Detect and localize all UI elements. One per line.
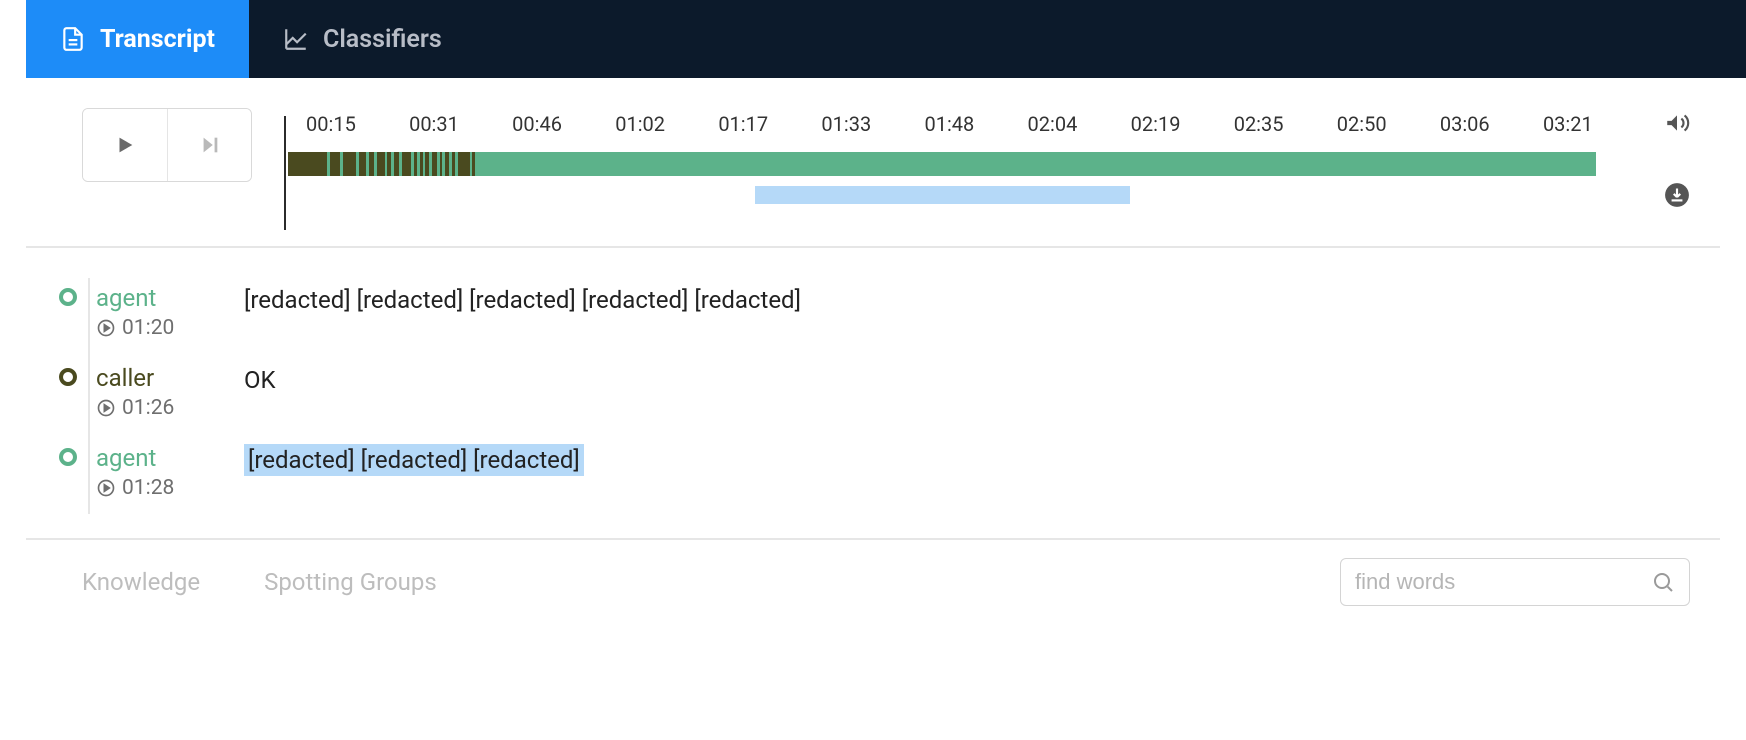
- caller-speech-segment: [432, 152, 437, 176]
- play-from-timestamp[interactable]: 01:20: [96, 316, 228, 340]
- timeline-ticks: 00:1500:3100:4601:0201:1701:3301:4802:04…: [306, 112, 1646, 136]
- timeline-tick: 00:15: [306, 112, 409, 136]
- footer-link-knowledge[interactable]: Knowledge: [82, 568, 200, 596]
- player-row: 00:1500:3100:4601:0201:1701:3301:4802:04…: [26, 78, 1720, 248]
- tab-bar: Transcript Classifiers: [26, 0, 1746, 78]
- speaker-label: caller: [96, 364, 228, 392]
- transcript-entry: caller 01:26 OK: [56, 364, 1720, 420]
- footer-bar: Knowledge Spotting Groups: [26, 540, 1720, 606]
- search-input[interactable]: [1355, 569, 1651, 595]
- caller-speech-segment: [445, 152, 449, 176]
- caller-speech-segment: [425, 152, 429, 176]
- caller-speech-segment: [369, 152, 374, 176]
- timeline-tick: 01:02: [615, 112, 718, 136]
- skip-next-button[interactable]: [167, 109, 251, 181]
- caller-speech-segment: [458, 152, 470, 176]
- timeline-tick: 01:17: [718, 112, 821, 136]
- speaker-bullet: [59, 448, 77, 466]
- waveform-track[interactable]: [288, 152, 1596, 176]
- caller-speech-segment: [402, 152, 411, 176]
- caller-speech-segment: [472, 152, 475, 176]
- transcript-panel: agent 01:20 [redacted] [redacted] [redacte…: [26, 248, 1720, 540]
- timeline-tick: 02:50: [1337, 112, 1440, 136]
- timeline-tick: 02:19: [1131, 112, 1234, 136]
- caller-speech-segment: [420, 152, 423, 176]
- search-box[interactable]: [1340, 558, 1690, 606]
- caller-speech-segment: [330, 152, 340, 176]
- timeline-tick: 02:04: [1028, 112, 1131, 136]
- speaker-bullet: [59, 288, 77, 306]
- caller-speech-segment: [394, 152, 399, 176]
- timestamp: 01:20: [122, 316, 174, 340]
- tab-label: Transcript: [100, 25, 215, 54]
- caller-speech-segment: [440, 152, 443, 176]
- timeline-tick: 00:46: [512, 112, 615, 136]
- play-from-timestamp[interactable]: 01:26: [96, 396, 228, 420]
- caller-speech-segment: [414, 152, 418, 176]
- timeline-tick: 01:33: [821, 112, 924, 136]
- timeline-tick: 01:48: [924, 112, 1027, 136]
- highlighted-text: [redacted] [redacted] [redacted]: [244, 444, 584, 476]
- play-from-timestamp[interactable]: 01:28: [96, 476, 228, 500]
- transcript-text[interactable]: OK: [244, 364, 1720, 394]
- caller-speech-segment: [377, 152, 385, 176]
- transcript-entry: agent 01:20 [redacted] [redacted] [redacte…: [56, 284, 1720, 340]
- speaker-label: agent: [96, 444, 228, 472]
- timeline-tick: 02:35: [1234, 112, 1337, 136]
- caller-speech-segment: [387, 152, 391, 176]
- timeline-tick: 00:31: [409, 112, 512, 136]
- play-button[interactable]: [83, 109, 167, 181]
- timeline[interactable]: 00:1500:3100:4601:0201:1701:3301:4802:04…: [282, 108, 1646, 224]
- chart-icon: [283, 26, 309, 52]
- highlight-track: [755, 186, 1129, 204]
- caller-speech-segment: [359, 152, 367, 176]
- footer-link-spotting-groups[interactable]: Spotting Groups: [264, 568, 437, 596]
- volume-icon[interactable]: [1664, 110, 1690, 140]
- timestamp: 01:26: [122, 396, 174, 420]
- caller-speech-segment: [452, 152, 456, 176]
- transcript-text[interactable]: [redacted] [redacted] [redacted] [redact…: [244, 284, 1720, 314]
- timeline-tick: 03:06: [1440, 112, 1543, 136]
- timeline-cursor[interactable]: [284, 116, 286, 230]
- speaker-bullet: [59, 368, 77, 386]
- document-icon: [60, 26, 86, 52]
- caller-speech-segment: [288, 152, 327, 176]
- speaker-label: agent: [96, 284, 228, 312]
- tab-classifiers[interactable]: Classifiers: [249, 0, 476, 78]
- tab-label: Classifiers: [323, 25, 442, 54]
- download-icon[interactable]: [1664, 182, 1690, 212]
- transcript-text[interactable]: [redacted] [redacted] [redacted]: [244, 444, 1720, 474]
- timestamp: 01:28: [122, 476, 174, 500]
- tab-transcript[interactable]: Transcript: [26, 0, 249, 78]
- timeline-tick: 03:21: [1543, 112, 1646, 136]
- search-icon: [1651, 570, 1675, 594]
- playback-controls: [82, 108, 252, 182]
- caller-speech-segment: [343, 152, 356, 176]
- transcript-entry: agent 01:28 [redacted] [redacted] [redacte…: [56, 444, 1720, 500]
